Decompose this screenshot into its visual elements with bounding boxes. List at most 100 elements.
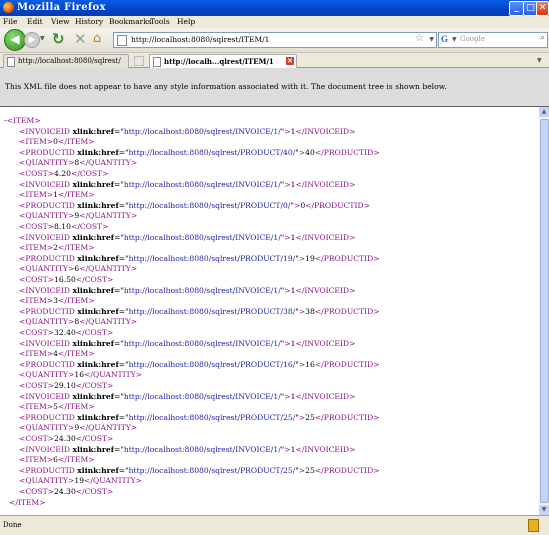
url-dropdown-icon[interactable]: ▼ bbox=[429, 36, 434, 43]
menu-bookmarks[interactable]: Bookmarks bbox=[109, 17, 152, 26]
xml-attr-value[interactable]: http://localhost:8080/sqlrest/INVOICE/1/ bbox=[124, 339, 281, 348]
home-button[interactable]: ⌂ bbox=[93, 31, 101, 46]
xml-attr-name: xlink:href bbox=[77, 253, 119, 263]
menu-edit[interactable]: Edit bbox=[27, 17, 43, 26]
menu-history[interactable]: History bbox=[75, 17, 103, 26]
xml-attr-value[interactable]: http://localhost:8080/sqlrest/PRODUCT/40… bbox=[129, 148, 296, 157]
xml-tag: </PRODUCTID> bbox=[314, 147, 380, 157]
xml-quantity: <QUANTITY>8</QUANTITY> bbox=[19, 317, 137, 327]
xml-quantity: <QUANTITY>16</QUANTITY> bbox=[19, 370, 142, 380]
xml-tag: <ITEM> bbox=[19, 190, 54, 200]
download-status-icon bbox=[528, 519, 539, 532]
menu-view[interactable]: View bbox=[51, 17, 70, 26]
xml-tag: <PRODUCTID bbox=[19, 147, 78, 157]
new-tab-icon[interactable] bbox=[134, 56, 144, 66]
xml-tag: </PRODUCTID> bbox=[305, 200, 370, 210]
xml-attr-value[interactable]: http://localhost:8080/sqlrest/INVOICE/1/ bbox=[124, 286, 281, 295]
menu-help[interactable]: Help bbox=[177, 17, 195, 26]
url-bar[interactable]: http://localhost:8080/sqlrest/ITEM/1 ☆ ▼ bbox=[113, 32, 437, 48]
tab-item-1[interactable]: http://localh...qlrest/ITEM/1 ✕ bbox=[149, 54, 297, 68]
xml-attr-value[interactable]: http://localhost:8080/sqlrest/PRODUCT/25… bbox=[129, 466, 296, 475]
minimize-button[interactable]: _ bbox=[509, 1, 524, 16]
xml-tag: </QUANTITY> bbox=[84, 370, 143, 380]
forward-button[interactable]: ▶ bbox=[24, 32, 40, 48]
tab-bar: http://localhost:8080/sqlrest/ http://lo… bbox=[0, 53, 549, 68]
navigation-toolbar: ◀ ▶ ▼ ↻ ✕ ⌂ http://localhost:8080/sqlres… bbox=[0, 28, 549, 53]
xml-attr-value[interactable]: http://localhost:8080/sqlrest/PRODUCT/16… bbox=[129, 360, 296, 369]
search-bar[interactable]: G ▼ Google ⌕ bbox=[438, 32, 548, 48]
xml-attr-value[interactable]: http://localhost:8080/sqlrest/INVOICE/1/ bbox=[124, 127, 281, 136]
url-text[interactable]: http://localhost:8080/sqlrest/ITEM/1 bbox=[131, 35, 269, 44]
xml-attr-value[interactable]: http://localhost:8080/sqlrest/INVOICE/1/ bbox=[124, 180, 281, 189]
xml-invoiceid: <INVOICEID xlink:href="http://localhost:… bbox=[19, 126, 356, 136]
close-button[interactable]: ✕ bbox=[536, 1, 549, 16]
scroll-down-icon[interactable]: ▼ bbox=[539, 505, 549, 515]
menu-file[interactable]: File bbox=[3, 17, 17, 26]
xml-tag: <QUANTITY> bbox=[19, 211, 75, 221]
xml-tag: </PRODUCTID> bbox=[314, 306, 380, 316]
xml-value: 19 bbox=[74, 476, 85, 486]
xml-info-banner: This XML file does not appear to have an… bbox=[0, 68, 549, 108]
status-text: Done bbox=[3, 521, 22, 529]
back-button[interactable]: ◀ bbox=[4, 29, 26, 51]
reload-button[interactable]: ↻ bbox=[52, 30, 65, 48]
scrollbar-thumb[interactable] bbox=[540, 119, 549, 503]
xml-tag: <PRODUCTID bbox=[19, 306, 78, 316]
xml-attr-value[interactable]: http://localhost:8080/sqlrest/PRODUCT/25… bbox=[129, 413, 296, 422]
magnifier-icon[interactable]: ⌕ bbox=[540, 33, 545, 43]
xml-tag: <INVOICEID bbox=[19, 285, 73, 295]
xml-invoiceid: <INVOICEID xlink:href="http://localhost:… bbox=[19, 391, 356, 401]
xml-item: <ITEM>1</ITEM> bbox=[19, 190, 95, 200]
xml-attr-value[interactable]: http://localhost:8080/sqlrest/PRODUCT/19… bbox=[129, 254, 296, 263]
xml-attr-value[interactable]: http://localhost:8080/sqlrest/INVOICE/1/ bbox=[124, 392, 281, 401]
xml-tag: <PRODUCTID bbox=[19, 200, 78, 210]
xml-attr-value[interactable]: http://localhost:8080/sqlrest/PRODUCT/0/ bbox=[129, 201, 291, 210]
xml-tag: <QUANTITY> bbox=[19, 264, 75, 274]
xml-attr-value[interactable]: http://localhost:8080/sqlrest/INVOICE/1/ bbox=[124, 445, 281, 454]
xml-document-view: -<ITEM> <INVOICEID xlink:href="http://loc… bbox=[0, 107, 539, 515]
xml-tag: <COST> bbox=[19, 381, 55, 390]
bookmark-star-icon[interactable]: ☆ bbox=[415, 33, 424, 44]
xml-tag: </COST> bbox=[70, 222, 109, 231]
xml-value: 24.30 bbox=[54, 434, 76, 443]
xml-attr-name: xlink:href bbox=[72, 391, 114, 401]
xml-tag: <COST> bbox=[19, 222, 55, 231]
xml-tag: </QUANTITY> bbox=[79, 317, 138, 327]
xml-attr-value[interactable]: http://localhost:8080/sqlrest/PRODUCT/38… bbox=[129, 307, 296, 316]
xml-tag: <QUANTITY> bbox=[19, 370, 75, 380]
xml-productid: <PRODUCTID xlink:href="http://localhost:… bbox=[19, 253, 380, 263]
stop-button[interactable]: ✕ bbox=[74, 30, 87, 48]
page-icon bbox=[7, 57, 15, 67]
xml-item: <ITEM>0</ITEM> bbox=[19, 137, 95, 147]
vertical-scrollbar[interactable]: ▲ ▼ bbox=[539, 107, 549, 515]
xml-tag: </PRODUCTID> bbox=[314, 412, 380, 422]
xml-invoiceid: <INVOICEID xlink:href="http://localhost:… bbox=[19, 179, 356, 189]
xml-productid: <PRODUCTID xlink:href="http://localhost:… bbox=[19, 306, 380, 316]
search-engine-dropdown-icon[interactable]: ▼ bbox=[452, 36, 457, 43]
tab-sqlrest[interactable]: http://localhost:8080/sqlrest/ bbox=[3, 54, 129, 68]
xml-tag: </COST> bbox=[75, 434, 114, 443]
xml-tag: </INVOICEID> bbox=[295, 444, 356, 454]
xml-cost: <COST>4.20</COST> bbox=[19, 169, 109, 179]
xml-quantity: <QUANTITY>6</QUANTITY> bbox=[19, 264, 137, 274]
xml-tag: <INVOICEID bbox=[19, 126, 73, 136]
scroll-up-icon[interactable]: ▲ bbox=[539, 107, 549, 117]
xml-tag: <INVOICEID bbox=[19, 232, 73, 242]
xml-value: 25 bbox=[305, 465, 315, 475]
search-input[interactable]: Google bbox=[460, 35, 485, 43]
menu-bar: File Edit View History Bookmarks Tools H… bbox=[0, 16, 549, 28]
xml-tag: </INVOICEID> bbox=[295, 179, 356, 189]
close-tab-icon[interactable]: ✕ bbox=[286, 57, 294, 65]
tab-list-icon[interactable]: ▼ bbox=[537, 57, 542, 64]
xml-invoiceid: <INVOICEID xlink:href="http://localhost:… bbox=[19, 285, 356, 295]
xml-tag: <ITEM> bbox=[6, 116, 41, 125]
xml-attr-value[interactable]: http://localhost:8080/sqlrest/INVOICE/1/ bbox=[124, 233, 281, 242]
history-dropdown-icon[interactable]: ▼ bbox=[40, 35, 45, 42]
xml-value: 16 bbox=[305, 359, 315, 369]
xml-quantity: <QUANTITY>9</QUANTITY> bbox=[19, 211, 137, 221]
menu-tools[interactable]: Tools bbox=[150, 17, 170, 26]
xml-attr-name: xlink:href bbox=[72, 338, 114, 348]
xml-cost: <COST>16.50</COST> bbox=[19, 275, 113, 285]
xml-value: 4.20 bbox=[54, 169, 71, 178]
google-icon[interactable]: G bbox=[441, 34, 451, 44]
